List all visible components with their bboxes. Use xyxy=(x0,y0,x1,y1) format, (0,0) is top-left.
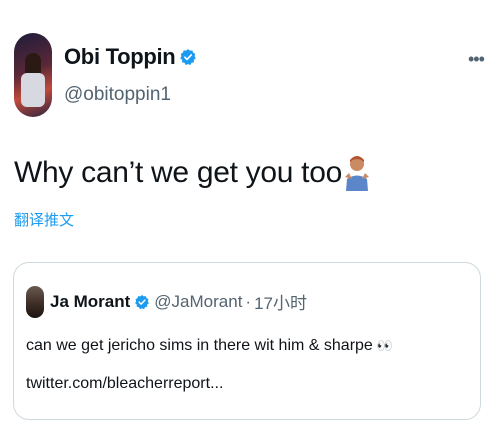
translate-tweet-link[interactable]: 翻译推文 xyxy=(14,209,74,230)
verified-badge-icon xyxy=(135,294,150,309)
author-display-name[interactable]: Obi Toppin xyxy=(64,44,176,70)
quoted-body-text: can we get jericho sims in there wit him… xyxy=(26,337,373,354)
quoted-author-avatar[interactable] xyxy=(26,286,44,318)
quoted-tweet-header: Ja Morant @JaMorant · 17小时 xyxy=(50,289,307,314)
quoted-tweet-link[interactable]: twitter.com/bleacherreport... xyxy=(26,375,223,393)
quoted-tweet[interactable]: Ja Morant @JaMorant · 17小时 can we get je… xyxy=(13,262,481,420)
verified-badge-icon xyxy=(180,49,197,65)
avatar-jersey xyxy=(21,73,45,107)
quoted-tweet-text: can we get jericho sims in there wit him… xyxy=(26,337,393,355)
quoted-tweet-timestamp[interactable]: 17小时 xyxy=(254,289,307,314)
quoted-author-name[interactable]: Ja Morant xyxy=(50,292,130,312)
more-options-icon[interactable]: ••• xyxy=(468,49,485,70)
person-shrugging-emoji-icon xyxy=(344,156,369,191)
author-name-row: Obi Toppin xyxy=(64,44,197,70)
tweet-body-text: Why can’t we get you too xyxy=(14,156,342,189)
author-handle[interactable]: @obitoppin1 xyxy=(64,84,171,106)
author-avatar[interactable] xyxy=(14,33,52,117)
eyes-emoji-icon: 👀 xyxy=(376,338,393,353)
quoted-author-handle[interactable]: @JaMorant xyxy=(154,292,242,312)
tweet-text: Why can’t we get you too xyxy=(14,155,370,191)
separator-dot: · xyxy=(245,291,252,311)
